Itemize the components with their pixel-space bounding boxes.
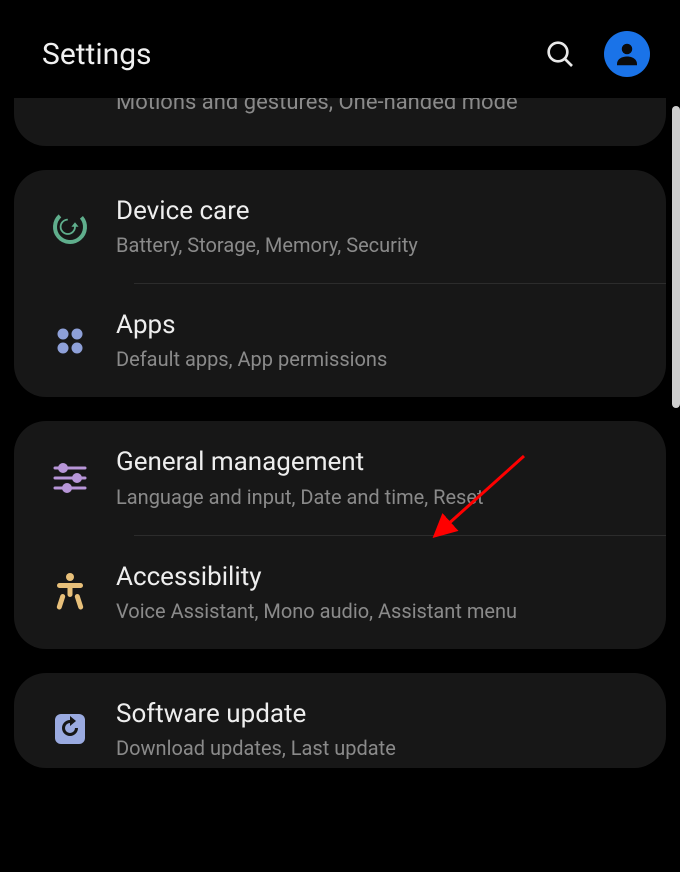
- item-subtitle: Battery, Storage, Memory, Security: [116, 233, 646, 257]
- apps-icon: [42, 324, 98, 358]
- list-item-general-management[interactable]: General management Language and input, D…: [14, 421, 666, 534]
- list-item-apps[interactable]: Apps Default apps, App permissions: [14, 284, 666, 397]
- item-title: Software update: [116, 699, 646, 730]
- item-title: Accessibility: [116, 562, 646, 593]
- advanced-features-icon: [42, 98, 98, 120]
- device-care-icon: [42, 207, 98, 247]
- settings-group-system: General management Language and input, D…: [14, 421, 666, 648]
- item-subtitle: Motions and gestures, One-handed mode: [116, 98, 646, 114]
- settings-group-device: Device care Battery, Storage, Memory, Se…: [14, 170, 666, 397]
- item-title: Apps: [116, 310, 646, 341]
- header-actions: [544, 31, 650, 77]
- item-subtitle: Default apps, App permissions: [116, 347, 646, 371]
- settings-scroll[interactable]: Motions and gestures, One-handed mode De…: [0, 98, 680, 872]
- profile-avatar[interactable]: [604, 31, 650, 77]
- list-item-device-care[interactable]: Device care Battery, Storage, Memory, Se…: [14, 170, 666, 283]
- list-item-software-update[interactable]: Software update Download updates, Last u…: [14, 673, 666, 768]
- page-title: Settings: [42, 37, 544, 72]
- software-update-icon: [42, 711, 98, 747]
- sliders-icon: [42, 463, 98, 493]
- list-item-advanced-features[interactable]: Motions and gestures, One-handed mode: [14, 98, 666, 146]
- item-subtitle: Voice Assistant, Mono audio, Assistant m…: [116, 599, 646, 623]
- settings-group-advanced: Motions and gestures, One-handed mode: [14, 98, 666, 146]
- settings-group-update: Software update Download updates, Last u…: [14, 673, 666, 768]
- scrollbar-thumb[interactable]: [672, 106, 680, 408]
- list-item-accessibility[interactable]: Accessibility Voice Assistant, Mono audi…: [14, 536, 666, 649]
- item-title: Device care: [116, 196, 646, 227]
- accessibility-icon: [42, 572, 98, 612]
- item-subtitle: Language and input, Date and time, Reset: [116, 485, 646, 509]
- header: Settings: [0, 0, 680, 98]
- search-icon[interactable]: [544, 38, 576, 70]
- item-subtitle: Download updates, Last update: [116, 736, 646, 760]
- item-title: General management: [116, 447, 646, 478]
